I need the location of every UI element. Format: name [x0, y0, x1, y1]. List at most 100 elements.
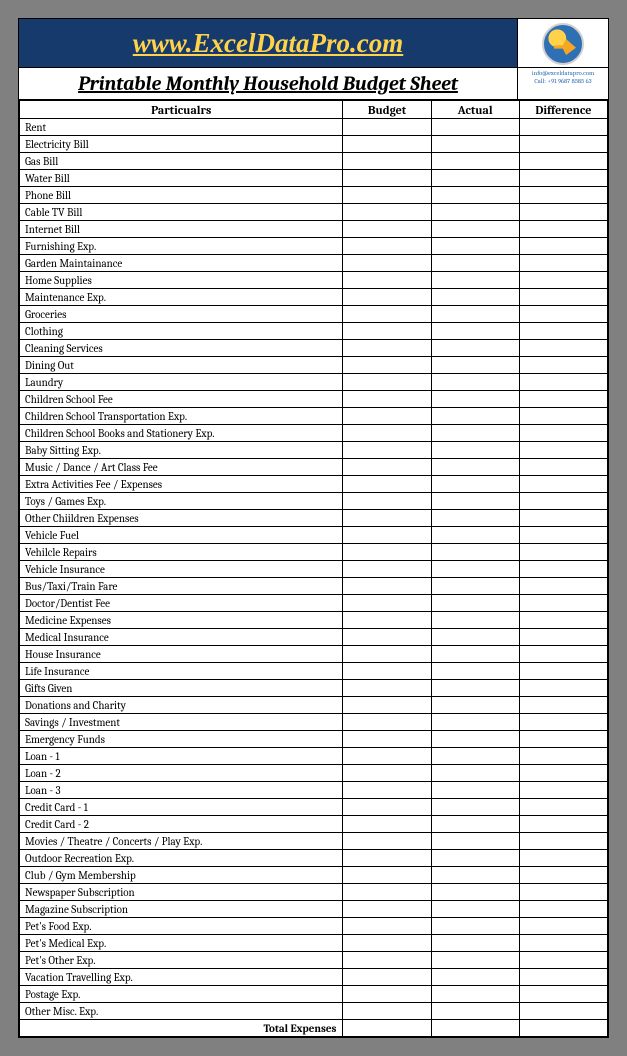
- budget-cell[interactable]: [343, 663, 431, 680]
- actual-cell[interactable]: [431, 816, 519, 833]
- actual-cell[interactable]: [431, 782, 519, 799]
- budget-cell[interactable]: [343, 561, 431, 578]
- actual-cell[interactable]: [431, 578, 519, 595]
- actual-cell[interactable]: [431, 527, 519, 544]
- actual-cell[interactable]: [431, 425, 519, 442]
- actual-cell[interactable]: [431, 221, 519, 238]
- budget-cell[interactable]: [343, 697, 431, 714]
- budget-cell[interactable]: [343, 204, 431, 221]
- actual-cell[interactable]: [431, 765, 519, 782]
- budget-cell[interactable]: [343, 187, 431, 204]
- budget-cell[interactable]: [343, 765, 431, 782]
- actual-cell[interactable]: [431, 119, 519, 136]
- budget-cell[interactable]: [343, 952, 431, 969]
- actual-cell[interactable]: [431, 476, 519, 493]
- actual-cell[interactable]: [431, 935, 519, 952]
- budget-cell[interactable]: [343, 170, 431, 187]
- budget-cell[interactable]: [343, 578, 431, 595]
- budget-cell[interactable]: [343, 408, 431, 425]
- budget-cell[interactable]: [343, 680, 431, 697]
- actual-cell[interactable]: [431, 680, 519, 697]
- actual-cell[interactable]: [431, 357, 519, 374]
- actual-cell[interactable]: [431, 901, 519, 918]
- actual-cell[interactable]: [431, 884, 519, 901]
- actual-cell[interactable]: [431, 238, 519, 255]
- actual-cell[interactable]: [431, 289, 519, 306]
- actual-cell[interactable]: [431, 969, 519, 986]
- actual-cell[interactable]: [431, 697, 519, 714]
- budget-cell[interactable]: [343, 612, 431, 629]
- actual-cell[interactable]: [431, 272, 519, 289]
- budget-cell[interactable]: [343, 646, 431, 663]
- actual-cell[interactable]: [431, 612, 519, 629]
- actual-cell[interactable]: [431, 136, 519, 153]
- actual-cell[interactable]: [431, 595, 519, 612]
- budget-cell[interactable]: [343, 867, 431, 884]
- budget-cell[interactable]: [343, 629, 431, 646]
- actual-cell[interactable]: [431, 170, 519, 187]
- budget-cell[interactable]: [343, 782, 431, 799]
- budget-cell[interactable]: [343, 935, 431, 952]
- actual-cell[interactable]: [431, 544, 519, 561]
- budget-cell[interactable]: [343, 459, 431, 476]
- actual-cell[interactable]: [431, 850, 519, 867]
- site-link[interactable]: www.ExcelDataPro.com: [133, 28, 404, 59]
- actual-cell[interactable]: [431, 187, 519, 204]
- actual-cell[interactable]: [431, 204, 519, 221]
- budget-cell[interactable]: [343, 714, 431, 731]
- budget-cell[interactable]: [343, 544, 431, 561]
- budget-cell[interactable]: [343, 357, 431, 374]
- budget-cell[interactable]: [343, 595, 431, 612]
- budget-cell[interactable]: [343, 510, 431, 527]
- actual-cell[interactable]: [431, 918, 519, 935]
- actual-cell[interactable]: [431, 1003, 519, 1020]
- budget-cell[interactable]: [343, 986, 431, 1003]
- budget-cell[interactable]: [343, 816, 431, 833]
- budget-cell[interactable]: [343, 901, 431, 918]
- actual-cell[interactable]: [431, 340, 519, 357]
- budget-cell[interactable]: [343, 153, 431, 170]
- budget-cell[interactable]: [343, 255, 431, 272]
- budget-cell[interactable]: [343, 476, 431, 493]
- budget-cell[interactable]: [343, 425, 431, 442]
- actual-cell[interactable]: [431, 153, 519, 170]
- budget-cell[interactable]: [343, 731, 431, 748]
- actual-cell[interactable]: [431, 663, 519, 680]
- actual-cell[interactable]: [431, 306, 519, 323]
- budget-cell[interactable]: [343, 340, 431, 357]
- actual-cell[interactable]: [431, 323, 519, 340]
- actual-cell[interactable]: [431, 952, 519, 969]
- budget-cell[interactable]: [343, 493, 431, 510]
- budget-cell[interactable]: [343, 306, 431, 323]
- budget-cell[interactable]: [343, 238, 431, 255]
- budget-cell[interactable]: [343, 272, 431, 289]
- actual-cell[interactable]: [431, 391, 519, 408]
- budget-cell[interactable]: [343, 833, 431, 850]
- actual-cell[interactable]: [431, 748, 519, 765]
- budget-cell[interactable]: [343, 969, 431, 986]
- actual-cell[interactable]: [431, 731, 519, 748]
- actual-cell[interactable]: [431, 629, 519, 646]
- budget-cell[interactable]: [343, 323, 431, 340]
- budget-cell[interactable]: [343, 850, 431, 867]
- budget-cell[interactable]: [343, 289, 431, 306]
- actual-cell[interactable]: [431, 867, 519, 884]
- budget-cell[interactable]: [343, 136, 431, 153]
- budget-cell[interactable]: [343, 884, 431, 901]
- budget-cell[interactable]: [343, 527, 431, 544]
- budget-cell[interactable]: [343, 442, 431, 459]
- actual-cell[interactable]: [431, 714, 519, 731]
- budget-cell[interactable]: [343, 748, 431, 765]
- actual-cell[interactable]: [431, 986, 519, 1003]
- budget-cell[interactable]: [343, 391, 431, 408]
- actual-cell[interactable]: [431, 799, 519, 816]
- actual-cell[interactable]: [431, 646, 519, 663]
- budget-cell[interactable]: [343, 799, 431, 816]
- actual-cell[interactable]: [431, 493, 519, 510]
- budget-cell[interactable]: [343, 119, 431, 136]
- actual-cell[interactable]: [431, 408, 519, 425]
- budget-cell[interactable]: [343, 918, 431, 935]
- actual-cell[interactable]: [431, 510, 519, 527]
- actual-cell[interactable]: [431, 442, 519, 459]
- actual-cell[interactable]: [431, 374, 519, 391]
